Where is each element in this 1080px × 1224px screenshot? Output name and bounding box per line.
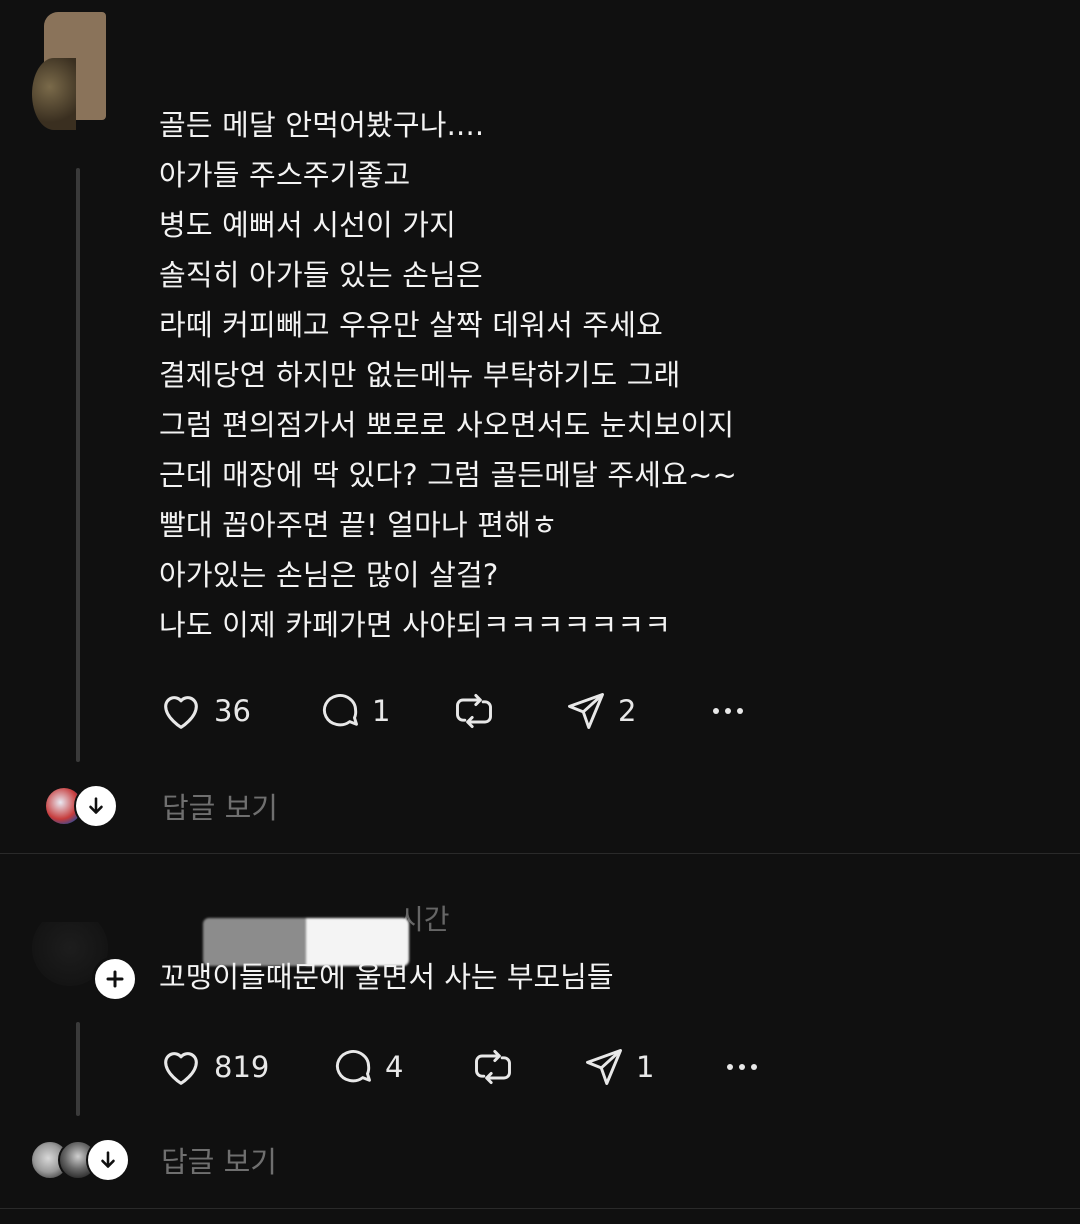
heart-icon (158, 1044, 204, 1090)
post-body: 꼬맹이들때문에 울면서 사는 부모님들 (159, 952, 614, 1002)
post-divider (0, 853, 1080, 854)
speech-bubble-icon (331, 1045, 375, 1089)
post-body: 골든 메달 안먹어봤구나.... 아가들 주스주기좋고 병도 예뻐서 시선이 가… (159, 100, 1039, 650)
share-button[interactable]: 2 (564, 689, 708, 733)
like-count: 819 (214, 1050, 270, 1084)
post-actions: 819 4 1 (158, 1044, 762, 1090)
arrow-down-icon (85, 795, 107, 817)
share-count: 1 (636, 1050, 655, 1084)
repost-button[interactable] (452, 689, 564, 733)
post-line: 나도 이제 카페가면 사야되ㅋㅋㅋㅋㅋㅋㅋ (159, 608, 672, 642)
paper-plane-icon (564, 689, 608, 733)
repost-icon (452, 689, 496, 733)
like-button[interactable]: 36 (158, 688, 318, 734)
expand-replies-button[interactable] (74, 784, 118, 828)
post-line: 라떼 커피빼고 우유만 살짝 데워서 주세요 (159, 308, 664, 342)
post-line: 골든 메달 안먹어봤구나.... (159, 108, 485, 142)
expand-replies-button[interactable] (86, 1138, 130, 1182)
more-dots-icon (722, 1057, 762, 1077)
view-replies-link[interactable]: 답글 보기 (161, 1139, 277, 1181)
share-count: 2 (618, 694, 637, 728)
post-line: 아가들 주스주기좋고 (159, 158, 411, 192)
reply-count: 4 (385, 1050, 404, 1084)
repost-icon (471, 1045, 515, 1089)
heart-icon (158, 688, 204, 734)
post-divider (0, 1208, 1080, 1209)
like-count: 36 (214, 694, 251, 728)
post-line: 빨대 꼽아주면 끝! 얼마나 편해ㅎ (159, 508, 558, 542)
author-avatar[interactable] (32, 12, 106, 132)
more-dots-icon (708, 701, 748, 721)
thread-line (76, 1022, 80, 1116)
like-button[interactable]: 819 (158, 1044, 331, 1090)
reply-button[interactable]: 4 (331, 1045, 471, 1089)
post-line: 그럼 편의점가서 뽀로로 사오면서도 눈치보이지 (159, 408, 735, 442)
post-actions: 36 1 2 (158, 688, 748, 734)
post-line: 솔직히 아가들 있는 손님은 (159, 258, 483, 292)
repost-button[interactable] (471, 1045, 582, 1089)
reply-count: 1 (372, 694, 391, 728)
plus-icon (103, 967, 127, 991)
post-line: 근데 매장에 딱 있다? 그럼 골든메달 주세요~~ (159, 458, 738, 492)
post-line: 병도 예뻐서 시선이 가지 (159, 208, 457, 242)
replies-preview[interactable]: 답글 보기 (30, 1138, 277, 1182)
replies-preview[interactable]: 답글 보기 (44, 784, 278, 828)
post-line: 꼬맹이들때문에 울면서 사는 부모님들 (159, 960, 614, 994)
more-options-button[interactable] (722, 1057, 762, 1077)
reply-button[interactable]: 1 (318, 689, 452, 733)
thread-line (76, 168, 80, 762)
view-replies-link[interactable]: 답글 보기 (162, 785, 278, 827)
post-line: 결제당연 하지만 없는메뉴 부탁하기도 그래 (159, 358, 681, 392)
arrow-down-icon (97, 1149, 119, 1171)
share-button[interactable]: 1 (582, 1045, 722, 1089)
more-options-button[interactable] (708, 701, 748, 721)
paper-plane-icon (582, 1045, 626, 1089)
follow-button[interactable] (92, 956, 138, 1002)
post-line: 아가있는 손님은 많이 살걸? (159, 558, 499, 592)
speech-bubble-icon (318, 689, 362, 733)
